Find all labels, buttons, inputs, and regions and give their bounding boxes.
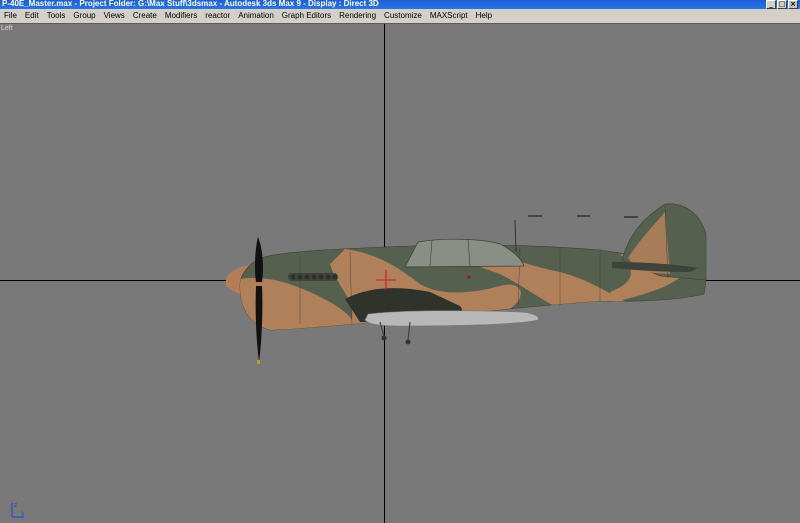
window-title: P-40E_Master.max - Project Folder: G:\Ma… <box>2 0 379 8</box>
exhaust-stacks <box>288 273 338 281</box>
menu-modifiers[interactable]: Modifiers <box>161 9 201 23</box>
menu-group[interactable]: Group <box>69 9 99 23</box>
menu-create[interactable]: Create <box>129 9 161 23</box>
window-controls: _ □ × <box>766 0 798 9</box>
close-button[interactable]: × <box>788 0 798 9</box>
menu-rendering[interactable]: Rendering <box>335 9 380 23</box>
menu-customize[interactable]: Customize <box>380 9 426 23</box>
minimize-button[interactable]: _ <box>766 0 776 9</box>
restore-button[interactable]: □ <box>777 0 787 9</box>
p40-aircraft-model[interactable] <box>0 24 800 523</box>
menu-views[interactable]: Views <box>100 9 129 23</box>
menu-reactor[interactable]: reactor <box>201 9 234 23</box>
selection-markers <box>528 215 638 218</box>
canopy <box>404 238 525 268</box>
menu-help[interactable]: Help <box>472 9 496 23</box>
propeller-blade-top <box>254 237 263 282</box>
menu-maxscript[interactable]: MAXScript <box>426 9 472 23</box>
menu-file[interactable]: File <box>0 9 21 23</box>
menu-animation[interactable]: Animation <box>234 9 278 23</box>
svg-text:z: z <box>14 502 17 509</box>
menu-graph-editors[interactable]: Graph Editors <box>278 9 335 23</box>
menu-tools[interactable]: Tools <box>43 9 70 23</box>
propeller-blade-bottom <box>255 286 263 362</box>
svg-text:y: y <box>21 510 25 517</box>
menu-edit[interactable]: Edit <box>21 9 43 23</box>
menu-bar: File Edit Tools Group Views Create Modif… <box>0 9 800 24</box>
left-viewport[interactable]: Left z y <box>0 23 800 523</box>
belly-tank <box>364 310 539 327</box>
title-bar: P-40E_Master.max - Project Folder: G:\Ma… <box>0 0 800 9</box>
axis-tripod-icon: z y <box>11 502 25 518</box>
